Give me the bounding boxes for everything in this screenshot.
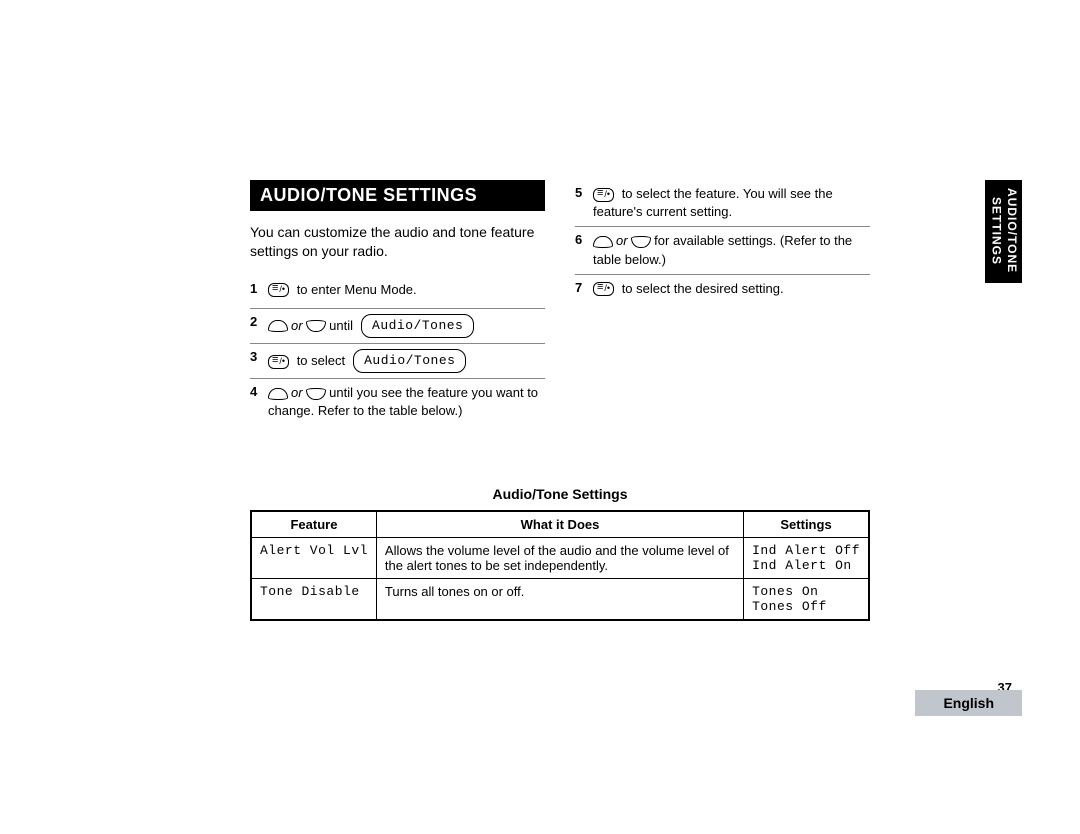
table-row: Tone DisableTurns all tones on or off.To… (251, 578, 869, 620)
cell-settings: Ind Alert OffInd Alert On (744, 537, 869, 578)
section-heading: AUDIO/TONE SETTINGS (250, 180, 545, 211)
step-body: to select Audio/Tones (268, 349, 545, 373)
intro-text: You can customize the audio and tone fea… (250, 223, 545, 261)
right-column: 5 to select the feature. You will see th… (575, 180, 870, 426)
th-settings: Settings (744, 511, 869, 538)
display-box: Audio/Tones (361, 314, 474, 338)
step-row: 5 to select the feature. You will see th… (575, 180, 870, 227)
step-body: to select the desired setting. (593, 280, 870, 298)
up-icon (268, 388, 288, 400)
step-row: 1 to enter Menu Mode. (250, 276, 545, 309)
menu-select-icon (268, 355, 289, 369)
step-number: 7 (575, 280, 593, 295)
step-body: or until Audio/Tones (268, 314, 545, 338)
up-icon (268, 320, 288, 332)
steps-right: 5 to select the feature. You will see th… (575, 180, 870, 307)
menu-select-icon (593, 282, 614, 296)
down-icon (306, 388, 326, 400)
cell-feature: Tone Disable (251, 578, 376, 620)
up-icon (593, 236, 613, 248)
cell-desc: Turns all tones on or off. (376, 578, 743, 620)
step-row: 2or until Audio/Tones (250, 309, 545, 344)
or-label: or (291, 318, 303, 333)
step-text: to select the desired setting. (593, 280, 784, 298)
step-row: 4or until you see the feature you want t… (250, 379, 545, 425)
menu-select-icon (268, 283, 289, 297)
step-number: 5 (575, 185, 593, 200)
language-tab: English (915, 690, 1022, 716)
step-number: 3 (250, 349, 268, 364)
step-body: or until you see the feature you want to… (268, 384, 545, 420)
step-text: or until you see the feature you want to… (268, 384, 545, 420)
steps-left: 1 to enter Menu Mode.2or untilAudio/Tone… (250, 276, 545, 426)
step-text: or until (268, 317, 353, 335)
cell-settings: Tones OnTones Off (744, 578, 869, 620)
step-number: 2 (250, 314, 268, 329)
step-text: or for available settings. (Refer to the… (593, 232, 870, 268)
th-feature: Feature (251, 511, 376, 538)
step-text: to enter Menu Mode. (268, 281, 417, 299)
or-label: or (291, 385, 303, 400)
menu-select-icon (593, 188, 614, 202)
side-tab: AUDIO/TONE SETTINGS (985, 180, 1022, 283)
th-desc: What it Does (376, 511, 743, 538)
step-row: 3 to select Audio/Tones (250, 344, 545, 379)
or-label: or (616, 233, 628, 248)
table-row: Alert Vol LvlAllows the volume level of … (251, 537, 869, 578)
left-column: AUDIO/TONE SETTINGS You can customize th… (250, 180, 545, 426)
cell-feature: Alert Vol Lvl (251, 537, 376, 578)
step-number: 1 (250, 281, 268, 296)
step-row: 6or for available settings. (Refer to th… (575, 227, 870, 274)
step-number: 6 (575, 232, 593, 247)
features-table: Feature What it Does Settings Alert Vol … (250, 510, 870, 621)
step-row: 7 to select the desired setting. (575, 275, 870, 307)
step-text: to select the feature. You will see the … (593, 185, 870, 221)
table-title: Audio/Tone Settings (250, 486, 870, 502)
settings-table-section: Audio/Tone Settings Feature What it Does… (250, 486, 870, 621)
down-icon (306, 320, 326, 332)
step-number: 4 (250, 384, 268, 399)
step-body: to enter Menu Mode. (268, 281, 545, 299)
cell-desc: Allows the volume level of the audio and… (376, 537, 743, 578)
step-text: to select (268, 352, 345, 370)
step-body: or for available settings. (Refer to the… (593, 232, 870, 268)
down-icon (631, 236, 651, 248)
display-box: Audio/Tones (353, 349, 466, 373)
step-body: to select the feature. You will see the … (593, 185, 870, 221)
